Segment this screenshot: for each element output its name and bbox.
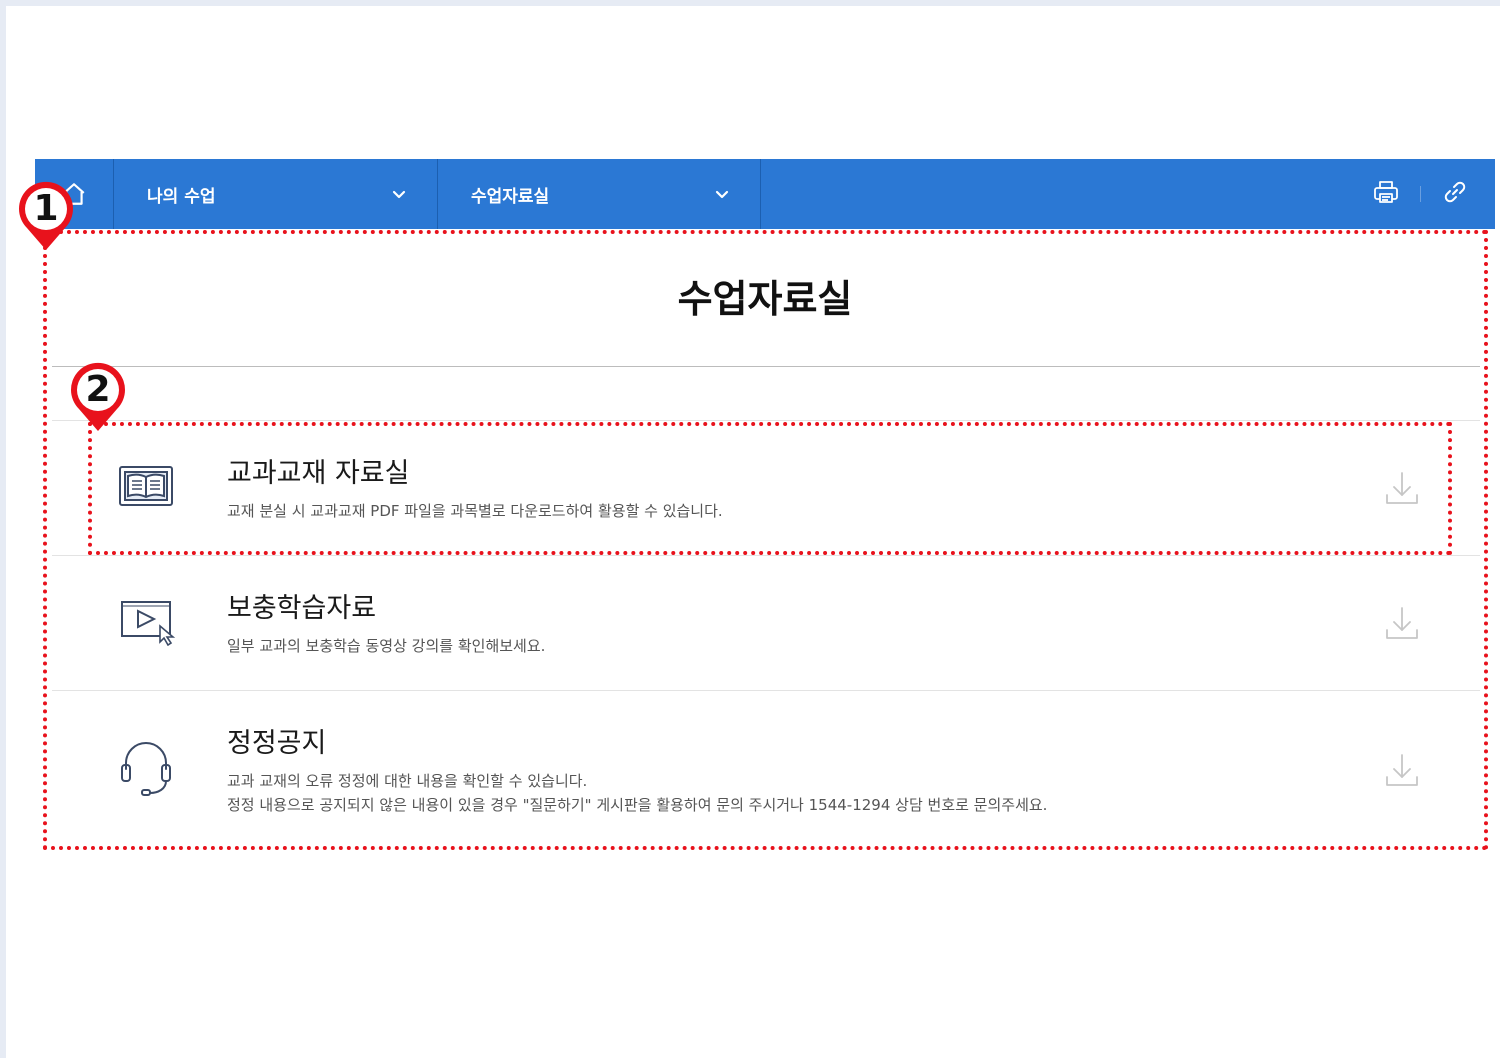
print-button[interactable]: [1372, 178, 1400, 210]
nav-tools: [1372, 159, 1469, 229]
nav-dropdown-label: 수업자료실: [471, 186, 550, 207]
window-frame-top: [0, 0, 1500, 6]
annotation-number: 2: [85, 369, 111, 410]
nav-dropdown-class-materials[interactable]: 수업자료실: [438, 159, 760, 229]
window-frame-left: [0, 0, 6, 1058]
link-icon: [1444, 181, 1466, 203]
chevron-down-icon: [392, 190, 406, 199]
nav-dropdown-my-class[interactable]: 나의 수업: [114, 159, 437, 229]
print-icon: [1374, 181, 1398, 203]
nav-divider: [760, 159, 761, 229]
top-nav-bar: 나의 수업 수업자료실: [35, 159, 1495, 229]
annotation-marker-2: 2: [69, 361, 127, 433]
nav-dropdown-label: 나의 수업: [147, 186, 216, 207]
annotation-box-2: [88, 422, 1452, 555]
annotation-number: 1: [33, 188, 59, 229]
copy-link-button[interactable]: [1441, 178, 1469, 210]
tool-divider: [1420, 186, 1421, 202]
annotation-marker-1: 1: [17, 180, 75, 252]
chevron-down-icon: [715, 190, 729, 199]
